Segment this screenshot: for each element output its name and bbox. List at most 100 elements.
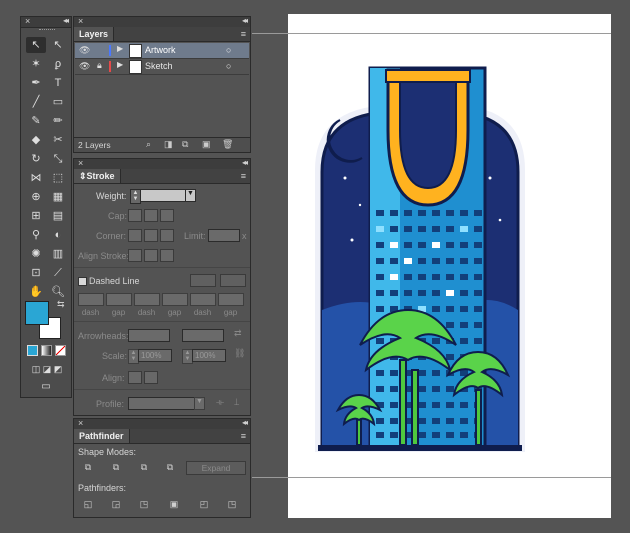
round-cap-button[interactable] bbox=[144, 209, 158, 222]
limit-input[interactable] bbox=[208, 229, 240, 242]
close-icon[interactable]: × bbox=[25, 16, 30, 26]
locate-object-icon[interactable]: ⌕ bbox=[146, 139, 151, 150]
delete-layer-icon[interactable]: 🗑︎ bbox=[222, 139, 233, 150]
perspective-grid-tool-icon[interactable]: ▦ bbox=[48, 189, 68, 205]
close-icon[interactable]: × bbox=[78, 16, 83, 26]
symbol-sprayer-tool-icon[interactable]: ✺ bbox=[26, 246, 46, 262]
gap-field-1[interactable] bbox=[106, 293, 132, 306]
hand-tool-icon[interactable]: ✋ bbox=[26, 284, 46, 300]
new-sublayer-icon[interactable]: ⧉ bbox=[182, 139, 188, 150]
end-scale-input[interactable]: 100% bbox=[192, 349, 226, 362]
minus-back-icon[interactable]: ◳ bbox=[226, 499, 238, 509]
flip-along-icon[interactable]: ⟛ bbox=[216, 397, 224, 408]
zoom-tool-icon[interactable]: 🔍︎ bbox=[48, 284, 68, 300]
new-layer-icon[interactable]: ▣ bbox=[202, 139, 211, 150]
selection-tool-icon[interactable]: ↖ bbox=[26, 37, 46, 53]
butt-cap-button[interactable] bbox=[128, 209, 142, 222]
panel-menu-icon[interactable]: ≡ bbox=[241, 431, 246, 441]
drag-grip[interactable] bbox=[39, 29, 55, 32]
divide-icon[interactable]: ◱ bbox=[82, 499, 94, 509]
exclude-icon[interactable]: ⧉ bbox=[164, 462, 176, 472]
visibility-eye-icon[interactable]: 👁︎ bbox=[79, 45, 90, 56]
column-graph-tool-icon[interactable]: ▥ bbox=[48, 246, 68, 262]
start-arrowhead-select[interactable] bbox=[128, 329, 170, 342]
intersect-icon[interactable]: ⧉ bbox=[138, 462, 150, 472]
paintbrush-tool-icon[interactable]: ✎ bbox=[26, 113, 46, 129]
layer-name[interactable]: Artwork bbox=[145, 45, 176, 55]
dash-field-2[interactable] bbox=[134, 293, 160, 306]
projecting-cap-button[interactable] bbox=[160, 209, 174, 222]
width-tool-icon[interactable]: ⋈ bbox=[26, 170, 46, 186]
panel-menu-icon[interactable]: ≡ bbox=[241, 29, 246, 39]
end-arrowhead-select[interactable] bbox=[182, 329, 224, 342]
rectangle-tool-icon[interactable]: ▭ bbox=[48, 94, 68, 110]
flip-across-icon[interactable]: ⟘ bbox=[234, 397, 239, 408]
merge-icon[interactable]: ◳ bbox=[138, 499, 150, 509]
dashed-line-checkbox[interactable] bbox=[78, 277, 87, 286]
outline-icon[interactable]: ◰ bbox=[198, 499, 210, 509]
swap-fill-stroke-icon[interactable]: ⇆ bbox=[57, 299, 65, 310]
align-center-button[interactable] bbox=[128, 249, 142, 262]
line-tool-icon[interactable]: ╱ bbox=[26, 94, 46, 110]
link-scale-icon[interactable]: ⛓︎ bbox=[234, 348, 245, 359]
lock-icon[interactable]: 🔒︎ bbox=[97, 60, 102, 71]
profile-select[interactable] bbox=[128, 397, 196, 410]
weight-dropdown-icon[interactable]: ▼ bbox=[185, 189, 196, 202]
arrow-tip-align-button[interactable] bbox=[128, 371, 142, 384]
eraser-tool-icon[interactable]: ◆ bbox=[26, 132, 46, 148]
collapse-icon[interactable]: ◂◂ bbox=[63, 16, 69, 25]
expand-button[interactable]: Expand bbox=[186, 461, 246, 475]
draw-inside-icon[interactable]: ◩ bbox=[48, 361, 68, 377]
minus-front-icon[interactable]: ⧉ bbox=[110, 462, 122, 472]
close-icon[interactable]: × bbox=[78, 158, 83, 168]
eyedropper-tool-icon[interactable]: ⚲ bbox=[26, 227, 46, 243]
fill-swatch[interactable] bbox=[25, 301, 49, 325]
free-transform-tool-icon[interactable]: ⬚ bbox=[48, 170, 68, 186]
tab-stroke[interactable]: ⇕Stroke bbox=[74, 169, 121, 183]
scale-tool-icon[interactable]: ⤡ bbox=[48, 151, 68, 167]
expand-arrow-icon[interactable]: ▶ bbox=[117, 44, 123, 53]
rotate-tool-icon[interactable]: ↻ bbox=[26, 151, 46, 167]
lasso-tool-icon[interactable]: ϼ bbox=[48, 56, 68, 72]
start-scale-input[interactable]: 100% bbox=[138, 349, 172, 362]
layer-row-sketch[interactable]: 👁︎ 🔒︎ ▶ Sketch ○ bbox=[75, 59, 249, 75]
gap-field-2[interactable] bbox=[162, 293, 188, 306]
align-outside-button[interactable] bbox=[160, 249, 174, 262]
direct-selection-tool-icon[interactable]: ↖ bbox=[48, 37, 68, 53]
dash-field-1[interactable] bbox=[78, 293, 104, 306]
none-mode-icon[interactable] bbox=[55, 345, 66, 356]
miter-join-button[interactable] bbox=[128, 229, 142, 242]
gradient-mode-icon[interactable] bbox=[41, 345, 52, 356]
visibility-eye-icon[interactable]: 👁︎ bbox=[79, 61, 90, 72]
unite-icon[interactable]: ⧉ bbox=[82, 462, 94, 472]
collapse-icon[interactable]: ◂◂ bbox=[242, 16, 248, 25]
tab-layers[interactable]: Layers bbox=[74, 27, 115, 41]
panel-menu-icon[interactable]: ≡ bbox=[241, 171, 246, 181]
pen-tool-icon[interactable]: ✒ bbox=[26, 75, 46, 91]
gradient-tool-icon[interactable]: ▤ bbox=[48, 208, 68, 224]
crop-icon[interactable]: ▣ bbox=[168, 499, 180, 509]
trim-icon[interactable]: ◲ bbox=[110, 499, 122, 509]
round-join-button[interactable] bbox=[144, 229, 158, 242]
blend-tool-icon[interactable]: ◐ bbox=[48, 227, 68, 243]
close-icon[interactable]: × bbox=[78, 418, 83, 428]
artwork-illustration[interactable] bbox=[300, 60, 540, 460]
color-mode-icon[interactable] bbox=[27, 345, 38, 356]
expand-arrow-icon[interactable]: ▶ bbox=[117, 60, 123, 69]
arrow-path-align-button[interactable] bbox=[144, 371, 158, 384]
align-inside-button[interactable] bbox=[144, 249, 158, 262]
screen-mode-icon[interactable]: ▭ bbox=[36, 379, 56, 395]
align-dash-icon[interactable] bbox=[220, 274, 246, 287]
weight-input[interactable] bbox=[140, 189, 186, 202]
type-tool-icon[interactable]: T bbox=[48, 75, 68, 91]
collapse-icon[interactable]: ◂◂ bbox=[242, 418, 248, 427]
scissors-tool-icon[interactable]: ✂ bbox=[48, 132, 68, 148]
target-circle-icon[interactable]: ○ bbox=[226, 61, 231, 71]
target-circle-icon[interactable]: ○ bbox=[226, 45, 231, 55]
tools-titlebar[interactable]: × ◂◂ bbox=[21, 16, 71, 28]
preserve-dash-icon[interactable] bbox=[190, 274, 216, 287]
profile-dropdown-icon[interactable]: ▼ bbox=[194, 397, 205, 410]
mesh-tool-icon[interactable]: ⊞ bbox=[26, 208, 46, 224]
artboard-tool-icon[interactable]: ⊡ bbox=[26, 265, 46, 281]
shape-builder-tool-icon[interactable]: ⊕ bbox=[26, 189, 46, 205]
